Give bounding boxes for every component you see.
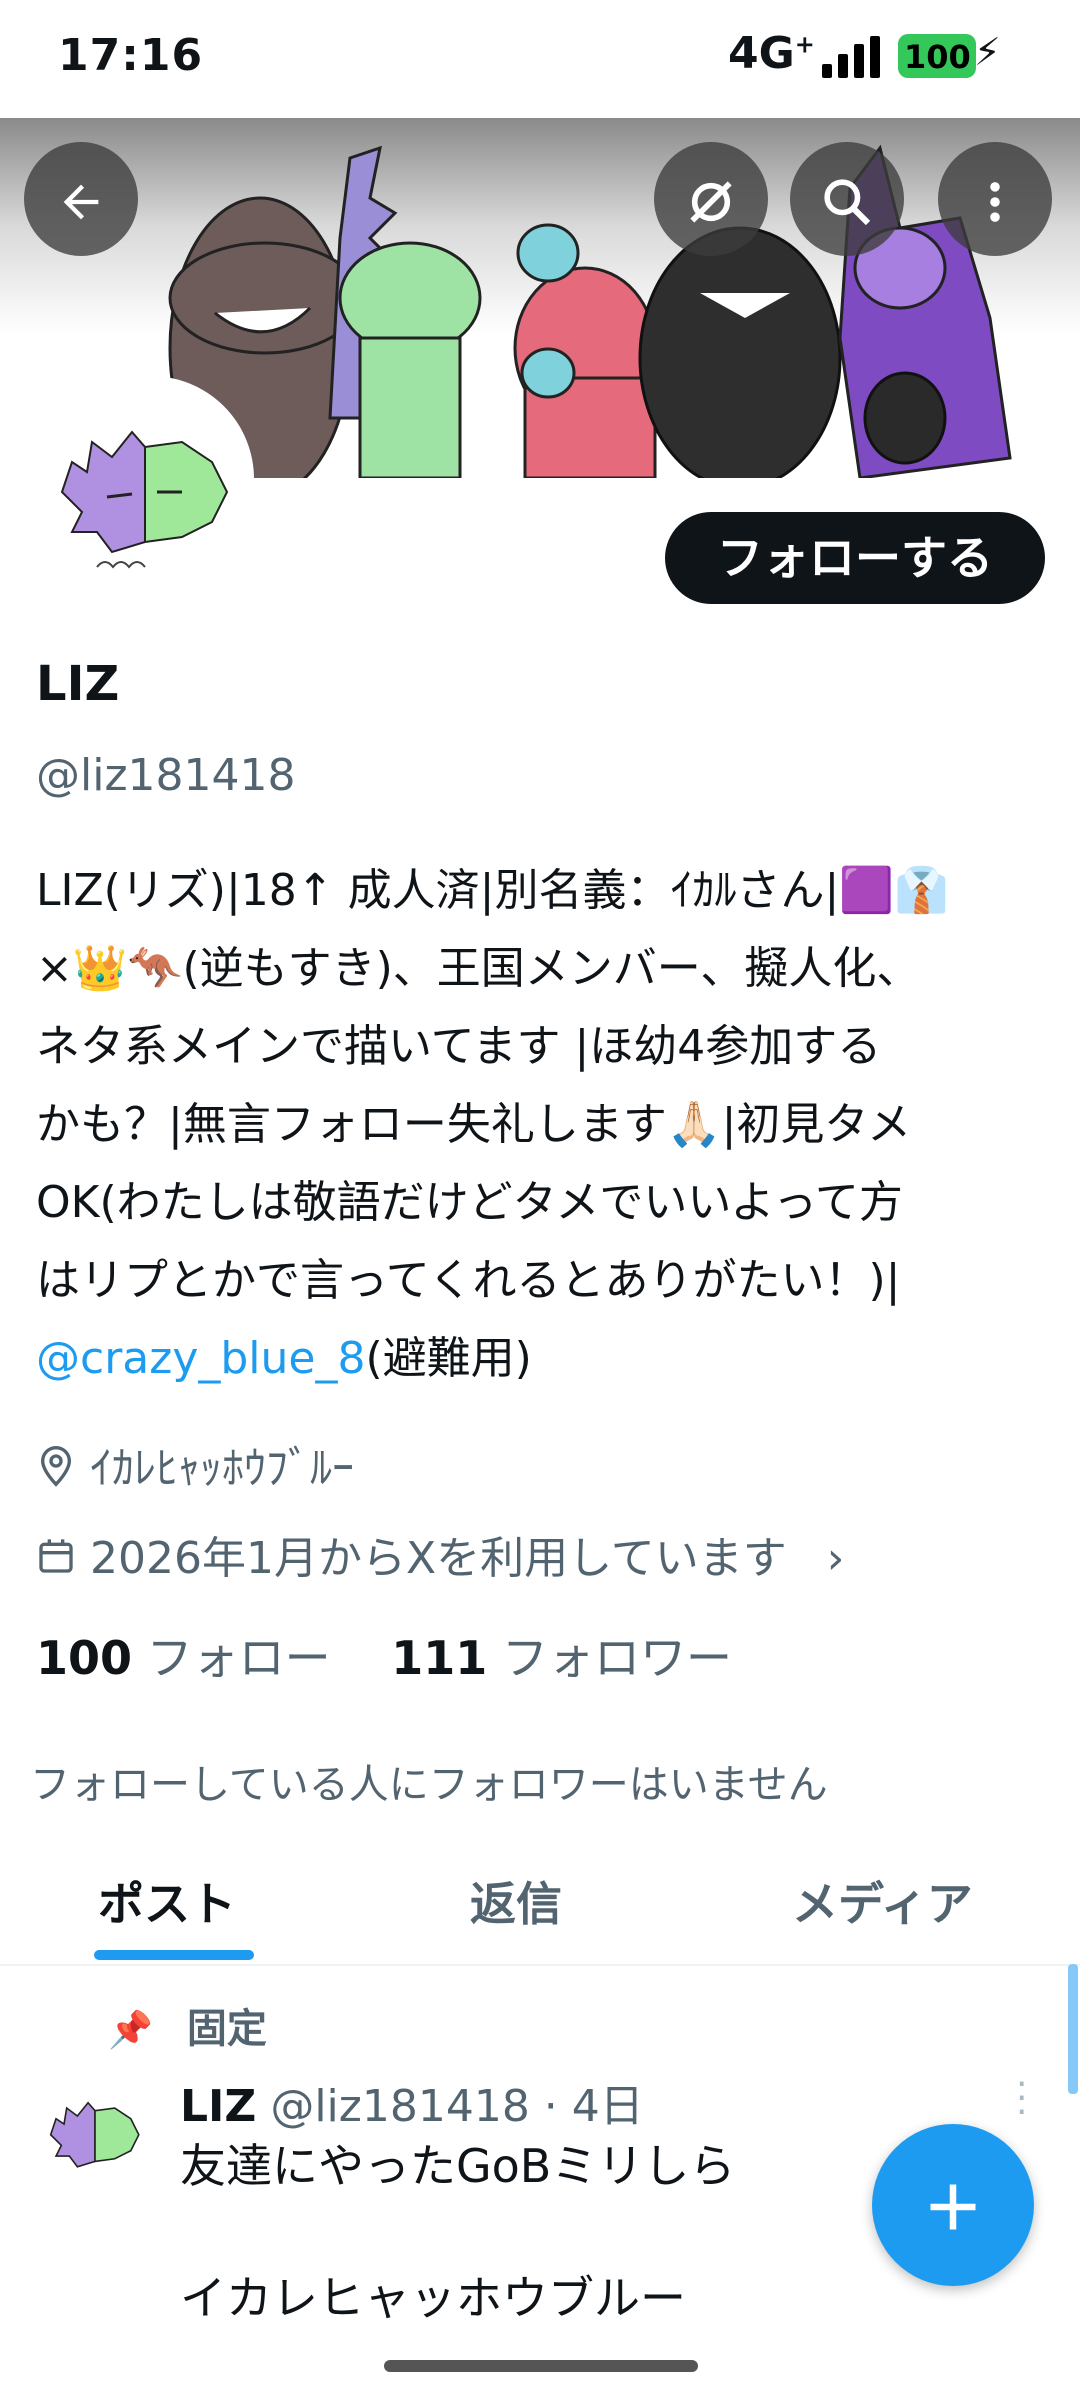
more-vertical-icon bbox=[990, 182, 1000, 223]
grok-icon bbox=[690, 181, 732, 224]
post-text: 友達にやったGoBミリしら bbox=[180, 2139, 736, 2193]
joined-text: 2026年1月からXを利用しています bbox=[90, 1533, 787, 1584]
following-link[interactable]: 100 フォロー bbox=[36, 1631, 331, 1685]
status-time: 17:16 bbox=[58, 30, 204, 81]
bio-mention-suffix: (避難用) bbox=[365, 1333, 532, 1384]
arrow-left-icon bbox=[63, 185, 99, 220]
post-avatar-image bbox=[49, 2101, 140, 2168]
signal-icon bbox=[822, 36, 880, 78]
plus-icon bbox=[930, 2184, 976, 2230]
profile-joined[interactable]: 2026年1月からXを利用しています › bbox=[36, 1522, 844, 1588]
tab-posts[interactable]: ポスト bbox=[98, 1868, 236, 1934]
calendar-icon bbox=[36, 1535, 76, 1588]
profile-tabs: ポスト 返信 メディア bbox=[0, 1840, 1080, 1966]
post-text: イカレヒャッホウブルー bbox=[180, 2271, 686, 2325]
profile-avatar[interactable] bbox=[36, 376, 254, 594]
bio-line: ネタ系メインで描いてます |ほ幼4参加する bbox=[36, 1021, 882, 1072]
active-tab-indicator bbox=[94, 1950, 254, 1960]
bio-line: @crazy_blue_8(避難用) bbox=[36, 1320, 1046, 1398]
profile-handle: @liz181418 bbox=[36, 750, 296, 801]
back-button[interactable] bbox=[24, 142, 138, 256]
location-text: ｲｶﾚﾋｬｯﾎｳﾌﾞﾙｰ bbox=[90, 1443, 354, 1494]
bio-line: ×👑🦘(逆もすき)、王国メンバー、擬人化、 bbox=[36, 943, 921, 994]
scrollbar[interactable] bbox=[1068, 1964, 1078, 2094]
post-header: LIZ @liz181418 · 4日 bbox=[180, 2070, 644, 2134]
location-pin-icon bbox=[36, 1444, 76, 1499]
bio-line: OK(わたしは敬語だけどタメでいいよって方 bbox=[36, 1177, 903, 1228]
charging-icon: ⚡ bbox=[974, 30, 1001, 74]
chevron-right-icon: › bbox=[826, 1533, 845, 1584]
profile-name: LIZ bbox=[36, 656, 120, 712]
status-bar: 17:16 4G+ 100 ⚡ bbox=[0, 0, 1080, 118]
tab-replies[interactable]: 返信 bbox=[470, 1868, 562, 1934]
follow-button[interactable]: フォローする bbox=[665, 512, 1045, 604]
post-handle-time: @liz181418 · 4日 bbox=[270, 2081, 644, 2132]
pinned-indicator: 📌 固定 bbox=[108, 2006, 267, 2052]
post-author[interactable]: LIZ bbox=[180, 2081, 256, 2132]
post-more-icon[interactable]: · · · bbox=[1016, 2067, 1027, 2131]
profile-location: ｲｶﾚﾋｬｯﾎｳﾌﾞﾙｰ bbox=[36, 1432, 354, 1499]
grok-button[interactable] bbox=[654, 142, 768, 256]
bio-line: LIZ(リズ)|18↑ 成人済|別名義：ｲｶﾙさん|🟪👔 bbox=[36, 865, 949, 916]
network-indicator: 4G+ bbox=[728, 28, 815, 79]
followers-you-know: フォローしている人にフォロワーはいません bbox=[30, 1762, 828, 1808]
search-icon bbox=[824, 179, 871, 226]
avatar-image bbox=[60, 430, 229, 569]
bio-line: かも？|無言フォロー失礼します🙏🏻|初見タメ bbox=[36, 1099, 912, 1150]
search-button[interactable] bbox=[790, 142, 904, 256]
tab-media[interactable]: メディア bbox=[792, 1868, 973, 1934]
follow-counts: 100 フォロー 111 フォロワー bbox=[36, 1622, 732, 1688]
post-avatar[interactable] bbox=[40, 2076, 150, 2186]
bio-line: はリプとかで言ってくれるとありがたい！)| bbox=[36, 1255, 901, 1306]
followers-link[interactable]: 111 フォロワー bbox=[391, 1631, 732, 1685]
pin-icon: 📌 bbox=[108, 2010, 153, 2051]
compose-button[interactable] bbox=[872, 2124, 1034, 2286]
battery-icon: 100 bbox=[898, 34, 976, 78]
profile-bio: LIZ(リズ)|18↑ 成人済|別名義：ｲｶﾙさん|🟪👔 ×👑🦘(逆もすき)、王… bbox=[36, 852, 1046, 1398]
home-indicator[interactable] bbox=[384, 2360, 698, 2372]
more-button[interactable] bbox=[938, 142, 1052, 256]
bio-mention-link[interactable]: @crazy_blue_8 bbox=[36, 1333, 365, 1384]
